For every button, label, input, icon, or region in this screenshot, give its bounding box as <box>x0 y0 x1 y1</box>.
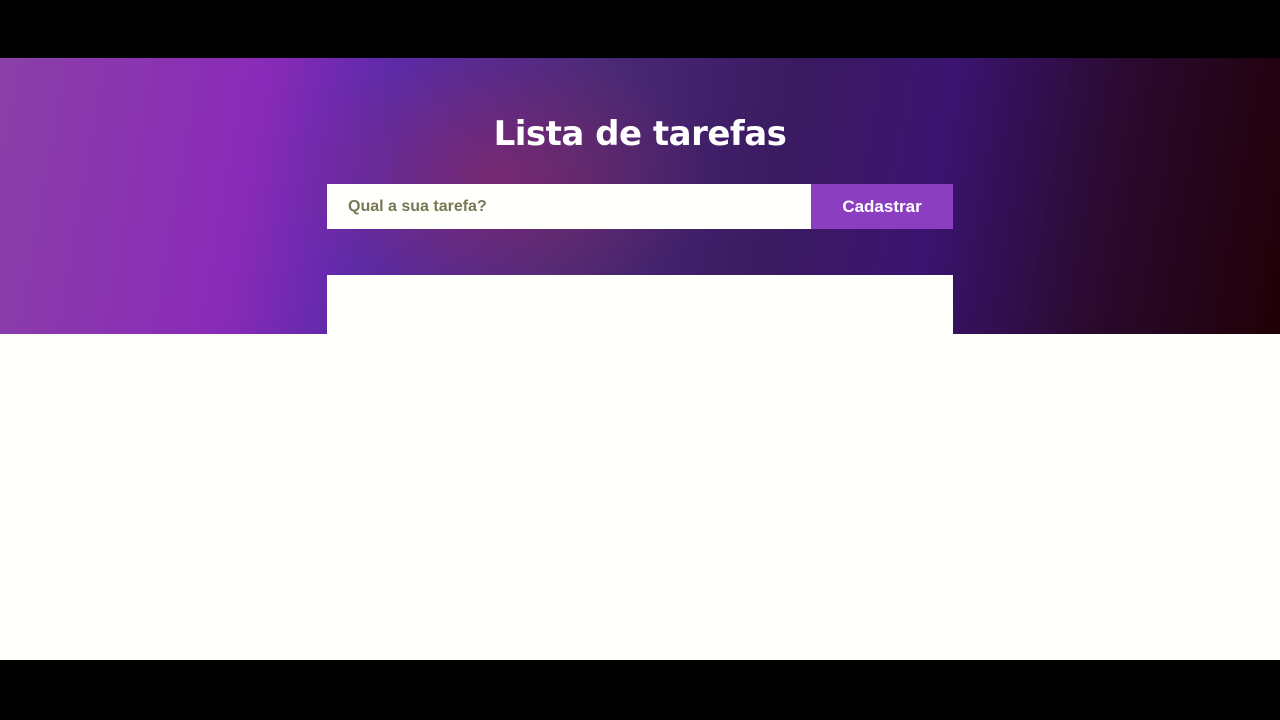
task-list <box>327 275 953 660</box>
page-title: Lista de tarefas <box>493 114 787 154</box>
task-input[interactable] <box>327 184 811 229</box>
page: Lista de tarefas Cadastrar <box>0 58 1280 660</box>
add-task-button[interactable]: Cadastrar <box>811 184 953 229</box>
